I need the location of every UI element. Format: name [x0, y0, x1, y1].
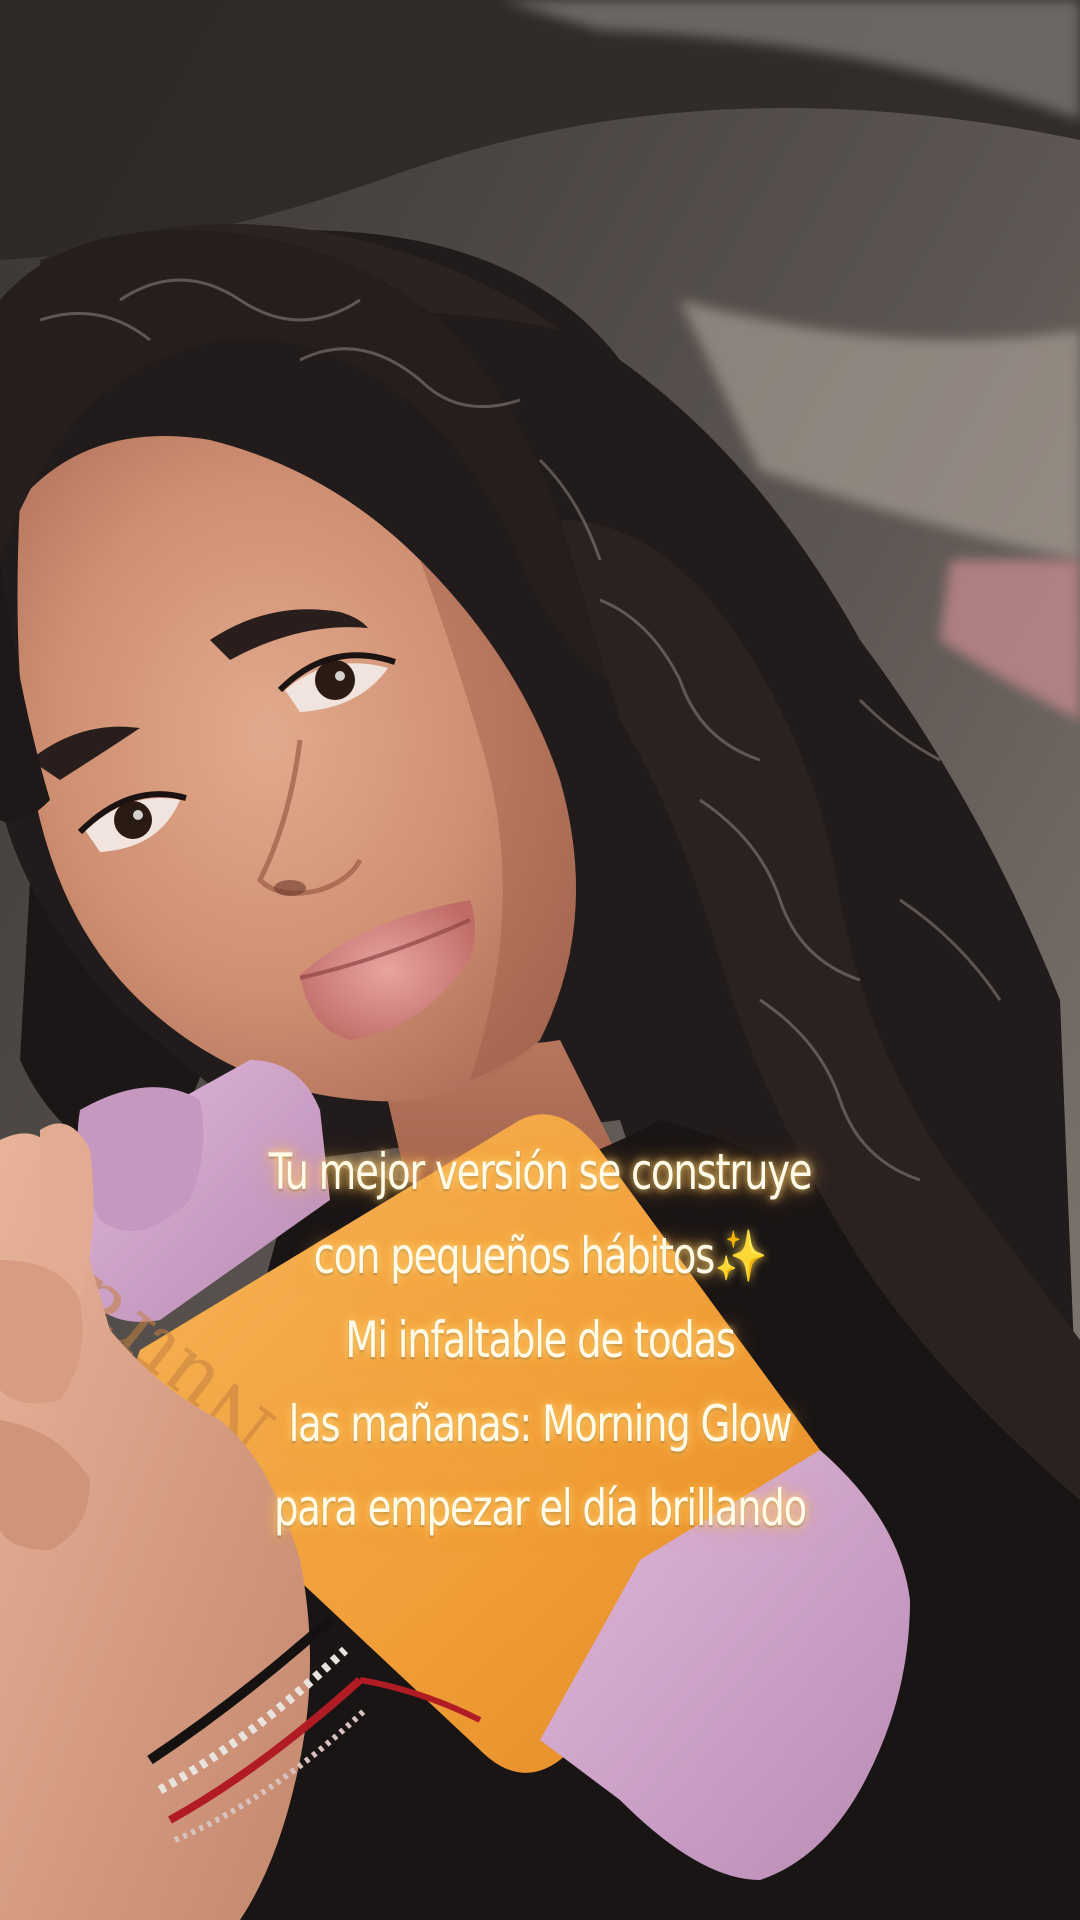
story-frame: Nutrafruna Tu mejor versión se construye…: [0, 0, 1080, 1920]
caption-line-2-text: con pequeños hábitos: [313, 1227, 716, 1285]
caption-line-1: Tu mejor versión se construye: [268, 1143, 813, 1201]
story-photo: Nutrafruna: [0, 0, 1080, 1920]
caption-line-4: las mañanas: Morning Glow: [288, 1395, 793, 1453]
story-caption: Tu mejor versión se construye con pequeñ…: [40, 1130, 1040, 1550]
caption-line-2: con pequeños hábitos✨: [110, 1214, 970, 1298]
caption-line-5: para empezar el día brillando: [273, 1479, 807, 1537]
sparkles-icon: ✨: [714, 1227, 768, 1285]
caption-line-3: Mi infaltable de todas: [345, 1311, 736, 1369]
